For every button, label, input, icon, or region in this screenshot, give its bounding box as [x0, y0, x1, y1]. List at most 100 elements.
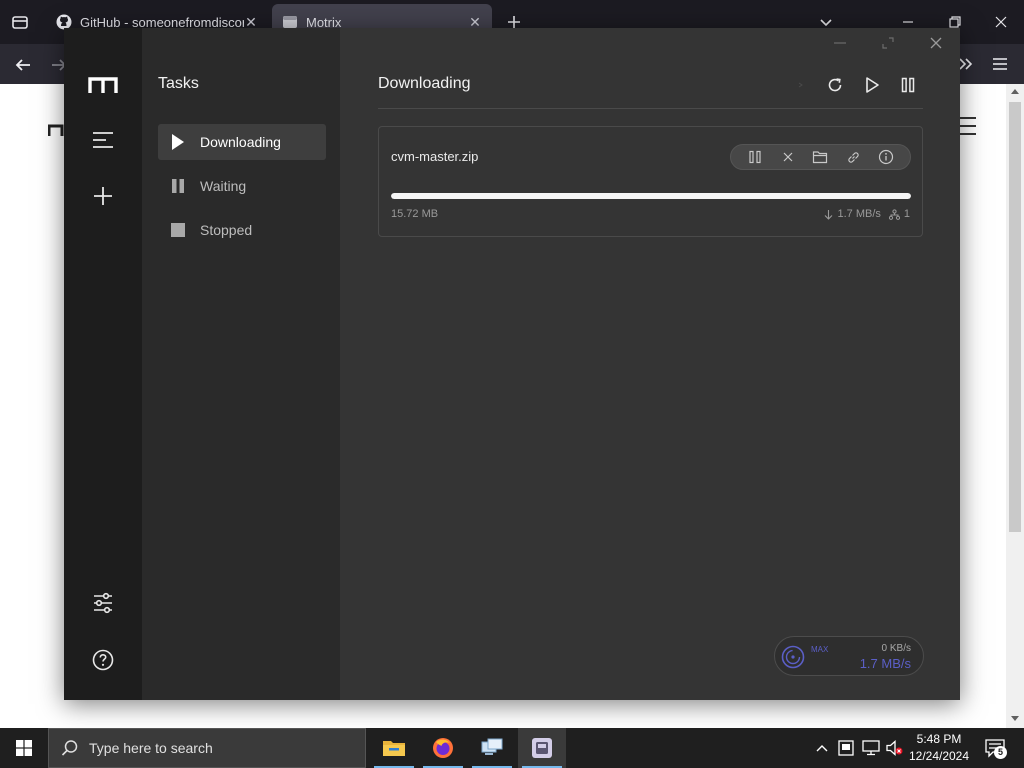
task-open-folder-button[interactable]: [811, 148, 829, 166]
page-scrollbar[interactable]: [1006, 84, 1024, 728]
tray-app-icon[interactable]: [838, 740, 854, 756]
motrix-task-subnav: Tasks Downloading Waiting Stopped: [142, 28, 340, 700]
taskbar-file-explorer[interactable]: [370, 728, 418, 768]
task-name: cvm-master.zip: [391, 149, 479, 164]
page-menu-icon: [958, 114, 976, 138]
clock-time: 5:48 PM: [916, 732, 962, 746]
hamburger-icon: [993, 58, 1007, 70]
app-menu-button[interactable]: [990, 54, 1010, 74]
motrix-minimize-button[interactable]: [826, 32, 854, 54]
motrix-app-icon: [532, 738, 552, 758]
task-copy-link-button[interactable]: [844, 148, 862, 166]
start-button[interactable]: [0, 728, 48, 768]
subnav-item-label: Waiting: [200, 178, 247, 194]
scroll-down-arrow[interactable]: [1011, 716, 1019, 722]
plus-icon: [94, 187, 112, 205]
task-size: 15.72 MB: [391, 208, 439, 220]
folder-icon: [383, 741, 405, 756]
upload-speed: 0 KB/s: [881, 643, 911, 654]
minimize-icon: [834, 42, 846, 44]
search-placeholder: Type here to search: [89, 740, 213, 756]
taskbar-network-app[interactable]: [468, 728, 516, 768]
tray-volume-icon[interactable]: [886, 740, 904, 756]
back-button[interactable]: [12, 54, 34, 76]
clock-date: 12/24/2024: [908, 749, 970, 763]
resume-all-button[interactable]: [861, 74, 883, 96]
scroll-thumb[interactable]: [1009, 102, 1021, 532]
toolbar-separator-dot: [790, 74, 812, 96]
taskbar-search-box[interactable]: Type here to search: [48, 728, 366, 768]
tray-network-icon[interactable]: [862, 740, 880, 756]
download-speed: 1.7 MB/s: [859, 656, 911, 671]
task-progress-fill: [391, 193, 911, 199]
motrix-close-button[interactable]: [922, 32, 950, 54]
help-icon: [92, 649, 114, 671]
task-speed-info: 1.7 MB/s 1: [824, 208, 910, 220]
monitor-network-icon: [481, 738, 503, 755]
refresh-button[interactable]: [824, 74, 846, 96]
notification-count: 5: [994, 746, 1007, 759]
subnav-item-waiting[interactable]: Waiting: [158, 168, 326, 204]
forward-button[interactable]: [48, 54, 64, 76]
play-outline-icon: [866, 77, 879, 93]
motrix-logo: [88, 76, 118, 94]
refresh-icon: [828, 78, 842, 92]
preferences-button[interactable]: [91, 591, 115, 615]
tab-overview-button[interactable]: [10, 12, 30, 32]
task-connections: 1: [903, 208, 910, 220]
arrow-right-icon: [52, 59, 64, 71]
taskbar-motrix[interactable]: [518, 728, 566, 768]
pause-all-button[interactable]: [897, 74, 919, 96]
chevron-up-icon: [816, 745, 828, 752]
maximize-icon: [882, 37, 894, 49]
windows-logo-icon: [16, 740, 32, 756]
tray-show-hidden-button[interactable]: [814, 740, 830, 756]
task-info-button[interactable]: [877, 148, 895, 166]
help-button[interactable]: [91, 648, 115, 672]
subnav-item-downloading[interactable]: Downloading: [158, 124, 326, 160]
taskbar-firefox[interactable]: [419, 728, 467, 768]
speed-limit-mode: MAX: [811, 645, 829, 654]
task-pause-button[interactable]: [746, 148, 764, 166]
task-actions-bar: [730, 144, 911, 170]
subnav-item-label: Stopped: [200, 222, 253, 238]
subnav-item-label: Downloading: [200, 134, 281, 150]
subnav-item-stopped[interactable]: Stopped: [158, 212, 326, 248]
search-icon: [61, 740, 78, 756]
arrow-down-icon: [825, 209, 833, 220]
notification-center-button[interactable]: 5: [984, 738, 1008, 760]
taskbar-clock[interactable]: 5:48 PM 12/24/2024: [908, 731, 970, 765]
task-card[interactable]: cvm-master.zip 15.72 MB 1.7 MB/s 1: [378, 126, 923, 237]
arrow-left-icon: [15, 59, 30, 71]
firefox-icon: [433, 738, 453, 758]
motrix-logo-icon: [88, 77, 118, 93]
close-icon: [783, 152, 793, 162]
main-title: Downloading: [378, 75, 471, 92]
motrix-maximize-button[interactable]: [874, 32, 902, 54]
speedometer-icon: [781, 645, 805, 669]
motrix-main-panel: Downloading cvm-master.zip 15.72 MB 1.7 …: [340, 28, 960, 700]
pause-icon: [170, 178, 186, 194]
task-list-nav-button[interactable]: [91, 129, 115, 151]
close-icon: [995, 16, 1007, 28]
task-speed: 1.7 MB/s: [837, 208, 881, 220]
play-icon: [170, 134, 186, 150]
connections-icon: [888, 208, 900, 220]
network-icon: [862, 740, 880, 756]
volume-muted-icon: [886, 740, 903, 756]
main-divider: [378, 108, 923, 109]
close-icon: [930, 37, 942, 49]
sliders-icon: [94, 592, 112, 614]
task-progress-bar: [391, 193, 911, 199]
pause-outline-icon: [901, 77, 915, 93]
folder-icon: [813, 151, 828, 164]
add-task-button[interactable]: [91, 184, 115, 208]
browser-close-button[interactable]: [991, 12, 1011, 32]
subnav-title: Tasks: [158, 75, 199, 92]
task-delete-button[interactable]: [779, 148, 797, 166]
motrix-window: Tasks Downloading Waiting Stopped Downlo…: [64, 28, 960, 700]
speedometer[interactable]: MAX 0 KB/s 1.7 MB/s: [774, 636, 924, 676]
motrix-primary-nav: [64, 28, 142, 700]
scroll-up-arrow[interactable]: [1011, 88, 1019, 94]
stop-icon: [170, 222, 186, 238]
